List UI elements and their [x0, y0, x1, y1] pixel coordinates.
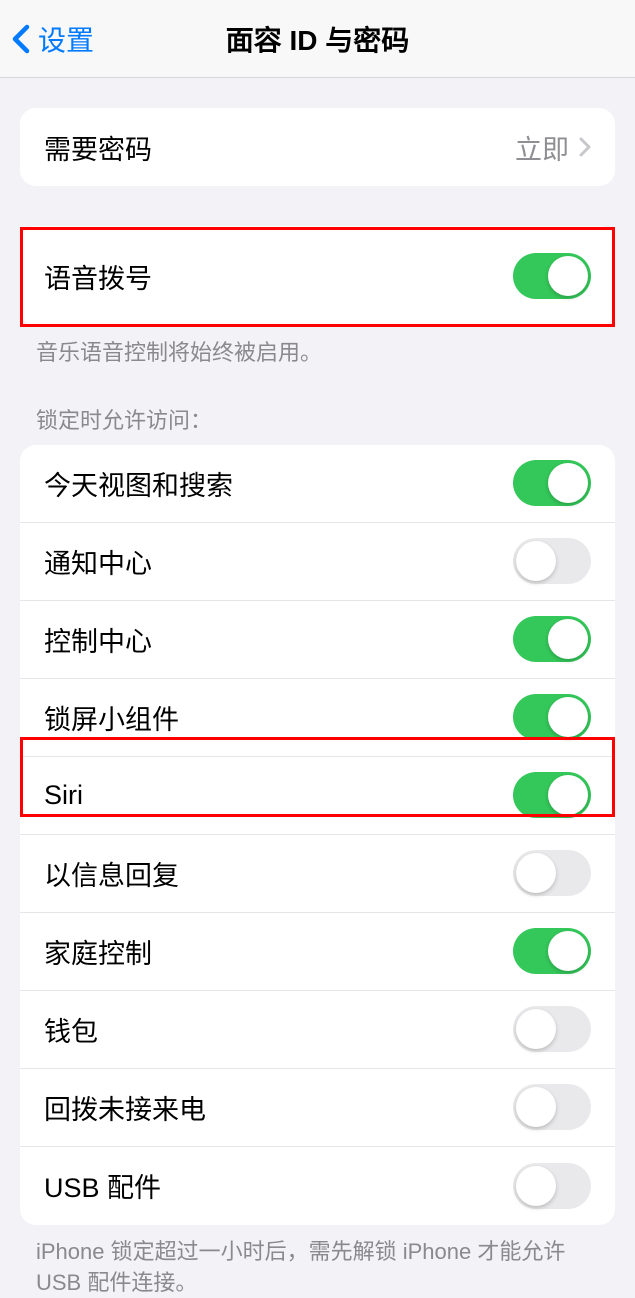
lock-item-toggle[interactable]	[513, 850, 591, 896]
toggle-knob	[548, 256, 588, 296]
lock-item-row: 今天视图和搜索	[20, 445, 615, 523]
lock-item-row: Siri	[20, 757, 615, 835]
voice-dial-group: 语音拨号	[20, 226, 615, 326]
lock-item-label: 控制中心	[44, 620, 152, 659]
require-passcode-label: 需要密码	[44, 128, 152, 167]
lock-item-toggle[interactable]	[513, 538, 591, 584]
voice-dial-label: 语音拨号	[44, 257, 152, 296]
lock-item-row: 通知中心	[20, 523, 615, 601]
voice-dial-footer: 音乐语音控制将始终被启用。	[0, 326, 635, 369]
nav-bar: 设置 面容 ID 与密码	[0, 0, 635, 78]
lock-item-label: 锁屏小组件	[44, 698, 179, 737]
toggle-knob	[516, 1087, 556, 1127]
toggle-knob	[516, 541, 556, 581]
lock-item-toggle[interactable]	[513, 1084, 591, 1130]
lock-item-toggle[interactable]	[513, 1006, 591, 1052]
toggle-knob	[516, 853, 556, 893]
lock-item-toggle[interactable]	[513, 928, 591, 974]
lock-item-row: 钱包	[20, 991, 615, 1069]
voice-dial-row: 语音拨号	[20, 226, 615, 326]
lock-item-row: 回拨未接来电	[20, 1069, 615, 1147]
toggle-knob	[516, 1009, 556, 1049]
lock-item-label: 回拨未接来电	[44, 1088, 206, 1127]
toggle-knob	[548, 775, 588, 815]
lock-item-toggle[interactable]	[513, 460, 591, 506]
back-button[interactable]: 设置	[0, 19, 94, 59]
lock-item-row: USB 配件	[20, 1147, 615, 1225]
passcode-group: 需要密码 立即	[20, 108, 615, 186]
lock-item-label: 今天视图和搜索	[44, 464, 233, 503]
lock-access-group: 今天视图和搜索通知中心控制中心锁屏小组件 Siri 以信息回复家庭控制钱包回拨未接来…	[20, 445, 615, 1225]
lock-item-label: Siri	[44, 780, 83, 811]
require-passcode-value-wrap: 立即	[515, 128, 591, 167]
lock-item-label: 钱包	[44, 1010, 98, 1049]
chevron-right-icon	[579, 137, 591, 157]
require-passcode-row[interactable]: 需要密码 立即	[20, 108, 615, 186]
require-passcode-value: 立即	[515, 128, 569, 167]
lock-item-toggle[interactable]	[513, 694, 591, 740]
page-title: 面容 ID 与密码	[0, 19, 635, 59]
lock-item-row: 控制中心	[20, 601, 615, 679]
lock-item-label: 以信息回复	[44, 854, 179, 893]
toggle-knob	[548, 697, 588, 737]
back-label: 设置	[38, 19, 94, 59]
toggle-knob	[516, 1166, 556, 1206]
lock-access-header: 锁定时允许访问：	[0, 369, 635, 445]
toggle-knob	[548, 931, 588, 971]
lock-item-toggle[interactable]	[513, 616, 591, 662]
chevron-left-icon	[12, 24, 30, 54]
lock-item-label: USB 配件	[44, 1166, 161, 1205]
toggle-knob	[548, 619, 588, 659]
lock-item-row: 家庭控制	[20, 913, 615, 991]
toggle-knob	[548, 463, 588, 503]
lock-item-row: 以信息回复	[20, 835, 615, 913]
lock-item-toggle[interactable]	[513, 1163, 591, 1209]
usb-footer: iPhone 锁定超过一小时后，需先解锁 iPhone 才能允许 USB 配件连…	[0, 1225, 635, 1298]
voice-dial-toggle[interactable]	[513, 253, 591, 299]
lock-item-label: 通知中心	[44, 542, 152, 581]
lock-item-label: 家庭控制	[44, 932, 152, 971]
lock-item-row: 锁屏小组件	[20, 679, 615, 757]
lock-item-toggle[interactable]	[513, 772, 591, 818]
